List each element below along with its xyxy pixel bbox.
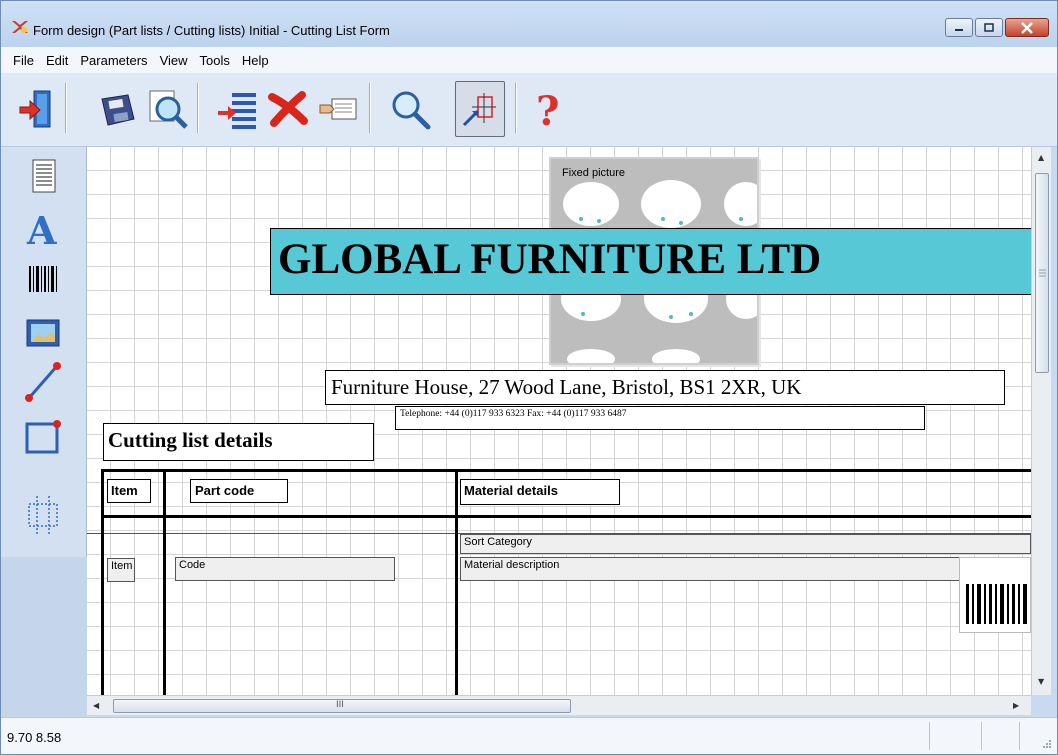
svg-text:A: A bbox=[26, 208, 57, 248]
menu-file[interactable]: File bbox=[7, 51, 40, 70]
select-pointer-button[interactable] bbox=[455, 81, 505, 137]
horizontal-scrollbar[interactable]: ◀ III ▶ bbox=[87, 695, 1031, 715]
sort-category-field[interactable]: Sort Category bbox=[460, 534, 1031, 554]
address-box[interactable]: Furniture House, 27 Wood Lane, Bristol, … bbox=[325, 370, 1005, 405]
insert-rows-icon bbox=[218, 93, 256, 129]
header-item: Item bbox=[111, 483, 138, 498]
menu-view[interactable]: View bbox=[154, 51, 194, 70]
save-icon bbox=[101, 94, 135, 126]
copy-icon bbox=[319, 98, 357, 120]
menu-help[interactable]: Help bbox=[236, 51, 275, 70]
fixed-text-tool[interactable]: A bbox=[15, 203, 71, 253]
menu-edit[interactable]: Edit bbox=[40, 51, 74, 70]
rectangle-tool[interactable] bbox=[15, 411, 71, 461]
window-controls bbox=[945, 18, 1049, 37]
vertical-scroll-thumb[interactable] bbox=[1035, 173, 1049, 373]
picture-tool[interactable] bbox=[15, 307, 71, 357]
status-bar: 9.70 8.58 bbox=[1, 717, 1057, 754]
header-item-box[interactable]: Item bbox=[107, 479, 151, 503]
menu-parameters[interactable]: Parameters bbox=[74, 51, 153, 70]
table-top-border bbox=[101, 469, 1031, 472]
fixed-picture-label: Fixed picture bbox=[562, 167, 625, 179]
insert-rows-button[interactable] bbox=[213, 81, 263, 137]
scroll-left-icon[interactable]: ◀ bbox=[93, 701, 99, 710]
barcode-element[interactable] bbox=[959, 557, 1031, 633]
scroll-down-icon[interactable]: ▼ bbox=[1038, 677, 1044, 686]
section-title-box[interactable]: Cutting list details bbox=[103, 423, 374, 461]
help-button[interactable]: ? bbox=[523, 81, 573, 137]
copy-button[interactable] bbox=[313, 81, 363, 137]
header-material-details: Material details bbox=[464, 483, 558, 498]
close-button[interactable] bbox=[1005, 18, 1049, 37]
section-title: Cutting list details bbox=[108, 428, 273, 452]
table-col-line-3 bbox=[455, 469, 458, 695]
barcode-icon bbox=[29, 266, 57, 292]
fixed-text-icon: A bbox=[26, 208, 57, 248]
close-icon bbox=[1021, 21, 1033, 34]
grip-icon bbox=[1039, 269, 1046, 277]
contact-box[interactable]: Telephone: +44 (0)117 933 6323 Fax: +44 … bbox=[395, 406, 925, 430]
delete-icon bbox=[268, 91, 308, 127]
palette-empty-area bbox=[1, 557, 87, 717]
table-col-line-2 bbox=[163, 469, 166, 695]
table-header-divider bbox=[101, 515, 1031, 518]
code-field[interactable]: Code bbox=[175, 557, 395, 581]
print-preview-button[interactable] bbox=[143, 81, 193, 137]
zoom-button[interactable] bbox=[385, 81, 435, 137]
rectangle-icon bbox=[25, 420, 61, 454]
exit-button[interactable] bbox=[11, 81, 61, 137]
company-name: GLOBAL FURNITURE LTD bbox=[278, 236, 822, 283]
line-tool[interactable] bbox=[15, 357, 71, 407]
header-part-code-box[interactable]: Part code bbox=[190, 479, 288, 503]
line-icon bbox=[25, 362, 61, 402]
grid-region-tool[interactable] bbox=[15, 489, 71, 539]
text-field-tool[interactable] bbox=[15, 151, 71, 201]
grid-region-icon bbox=[28, 496, 58, 534]
company-name-banner[interactable]: GLOBAL FURNITURE LTD bbox=[270, 228, 1031, 295]
horizontal-scroll-grip: III bbox=[336, 700, 344, 710]
scroll-right-icon[interactable]: ▶ bbox=[1013, 701, 1019, 710]
barcode-tool[interactable] bbox=[15, 255, 71, 305]
toolbar: ? bbox=[1, 73, 1057, 147]
cursor-coordinates: 9.70 8.58 bbox=[7, 730, 62, 745]
title-bar[interactable]: Form design (Part lists / Cutting lists)… bbox=[1, 1, 1057, 47]
scroll-up-icon[interactable]: ▲ bbox=[1038, 153, 1044, 162]
form-design-canvas[interactable]: Fixed picture GLOBAL FURNITURE LTD Furni… bbox=[87, 147, 1031, 695]
menu-bar: File Edit Parameters View Tools Help bbox=[1, 47, 1057, 73]
select-pointer-icon bbox=[462, 93, 496, 127]
svg-text:?: ? bbox=[536, 88, 559, 131]
app-icon bbox=[12, 21, 28, 33]
text-field-icon bbox=[32, 159, 56, 193]
vertical-scrollbar[interactable]: ▲ ▼ bbox=[1031, 147, 1051, 695]
tool-palette: A bbox=[1, 147, 87, 717]
status-divider bbox=[929, 722, 930, 750]
contact-text: Telephone: +44 (0)117 933 6323 Fax: +44 … bbox=[400, 409, 627, 419]
material-description-field[interactable]: Material description bbox=[460, 557, 1010, 581]
maximize-button[interactable] bbox=[975, 18, 1003, 37]
item-field[interactable]: Item bbox=[107, 558, 135, 582]
minimize-button[interactable] bbox=[945, 18, 973, 37]
delete-button[interactable] bbox=[263, 81, 313, 137]
maximize-icon bbox=[984, 22, 994, 32]
zoom-icon bbox=[392, 91, 431, 130]
print-preview-icon bbox=[149, 90, 188, 129]
address-text: Furniture House, 27 Wood Lane, Bristol, … bbox=[331, 375, 802, 399]
exit-icon bbox=[19, 90, 51, 128]
minimize-icon bbox=[955, 28, 963, 31]
status-divider bbox=[1019, 722, 1020, 750]
horizontal-scroll-thumb[interactable]: III bbox=[113, 699, 571, 713]
menu-tools[interactable]: Tools bbox=[194, 51, 236, 70]
barcode-icon bbox=[966, 584, 1027, 624]
application-window: Form design (Part lists / Cutting lists)… bbox=[0, 0, 1058, 755]
status-divider bbox=[981, 722, 982, 750]
save-button[interactable] bbox=[93, 81, 143, 137]
resize-grip-icon[interactable] bbox=[1041, 738, 1053, 750]
header-part-code: Part code bbox=[195, 483, 255, 498]
header-material-details-box[interactable]: Material details bbox=[460, 479, 620, 505]
picture-icon bbox=[26, 319, 60, 347]
window-title: Form design (Part lists / Cutting lists)… bbox=[33, 23, 390, 38]
help-icon: ? bbox=[536, 88, 559, 131]
table-col-line-1 bbox=[101, 469, 104, 695]
